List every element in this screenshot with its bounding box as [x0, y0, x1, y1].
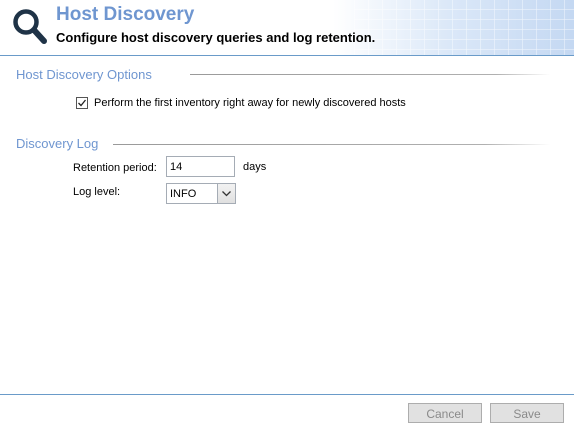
page-title: Host Discovery: [56, 4, 195, 25]
footer-divider: [0, 394, 574, 395]
retention-period-input[interactable]: [166, 156, 235, 177]
first-inventory-checkbox[interactable]: [76, 97, 88, 109]
log-level-label: Log level:: [73, 186, 121, 198]
header-banner: Host Discovery Configure host discovery …: [0, 0, 574, 56]
retention-unit-label: days: [243, 161, 267, 173]
search-icon: [12, 8, 48, 46]
section-divider-options: [190, 74, 550, 75]
section-heading-options: Host Discovery Options: [16, 67, 152, 82]
header-decoration: [354, 0, 574, 55]
save-button[interactable]: Save: [490, 403, 564, 423]
log-level-select[interactable]: INFO: [166, 183, 236, 204]
section-divider-log: [113, 144, 550, 145]
chevron-down-icon[interactable]: [217, 184, 235, 203]
section-heading-log: Discovery Log: [16, 136, 99, 151]
page-subtitle: Configure host discovery queries and log…: [56, 30, 376, 45]
retention-period-label: Retention period:: [73, 162, 157, 174]
log-level-value: INFO: [170, 188, 197, 200]
cancel-button[interactable]: Cancel: [408, 403, 482, 423]
checkmark-icon: [78, 99, 87, 107]
first-inventory-label: Perform the first inventory right away f…: [94, 97, 406, 109]
